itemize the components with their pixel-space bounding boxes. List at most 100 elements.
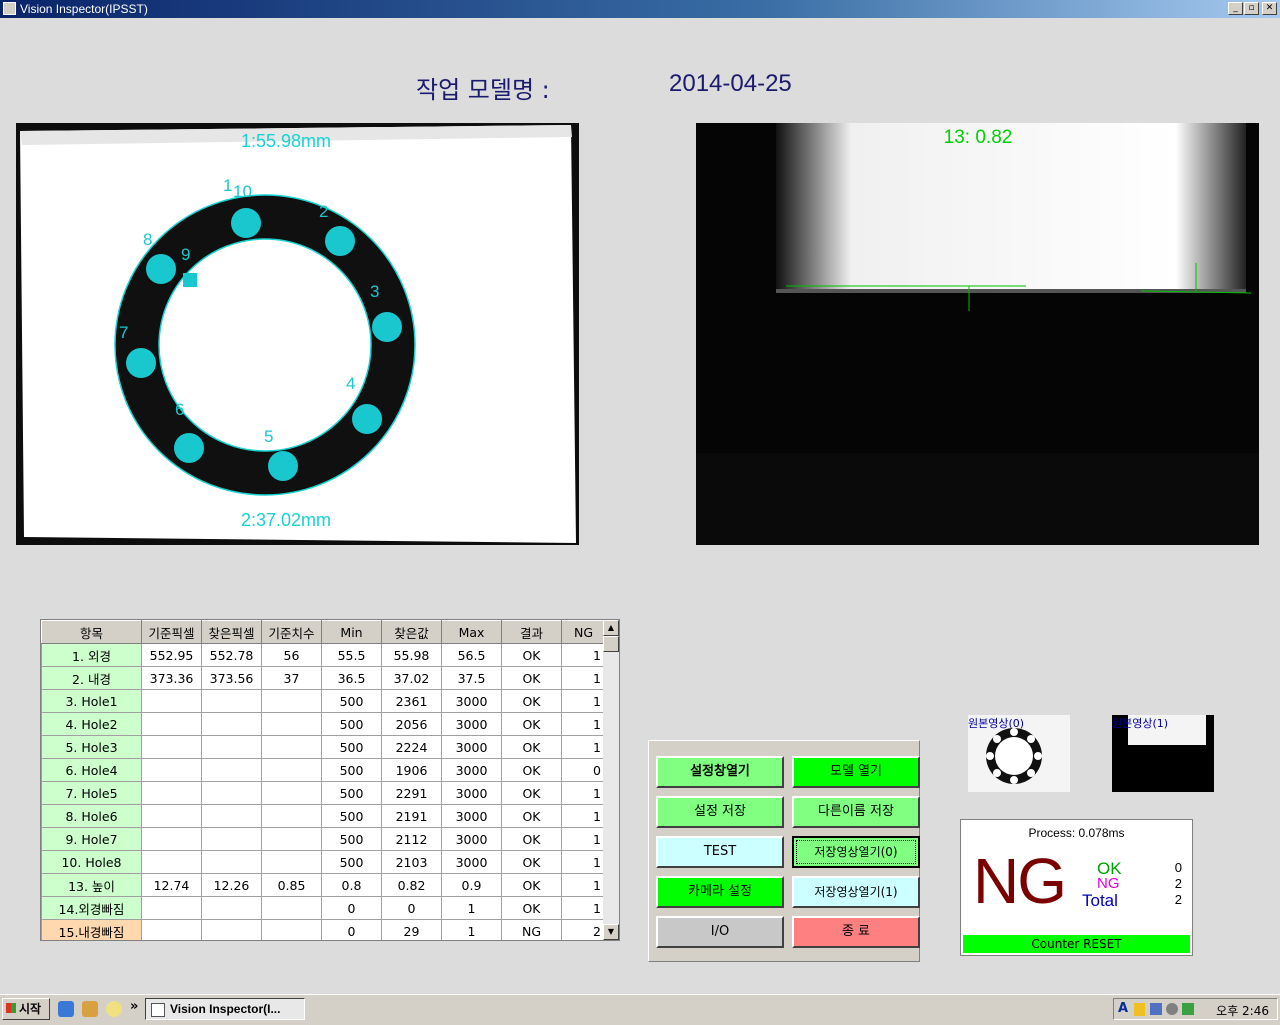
verdict-label: NG <box>973 845 1067 917</box>
ie-icon[interactable] <box>58 1001 74 1017</box>
table-row[interactable]: 13. 높이 12.74 12.26 0.85 0.8 0.82 0.9 OK 1 <box>41 873 606 897</box>
ime-indicator[interactable]: A <box>1118 1001 1128 1016</box>
security-icon[interactable] <box>1182 1003 1194 1015</box>
minimize-button[interactable]: _ <box>1228 2 1243 15</box>
table-row[interactable]: 1. 외경 552.95 552.78 56 55.5 55.98 56.5 OK 1 <box>41 643 606 667</box>
ng-label: NG <box>1097 875 1120 892</box>
cell-max: 37.5 <box>441 666 502 690</box>
col-header: Min <box>321 620 382 644</box>
table-row[interactable]: 6. Hole4 500 1906 3000 OK 0 <box>41 758 606 782</box>
save-as-button[interactable]: 다른이름 저장 <box>792 796 920 828</box>
cell-result: OK <box>501 850 562 874</box>
thumbnail-0-label: 원본영상(0) <box>968 717 1025 730</box>
app-icon <box>3 2 16 15</box>
bulb-icon[interactable] <box>106 1001 122 1017</box>
cell-item: 8. Hole6 <box>41 804 142 828</box>
cell-ref-dim: 0.85 <box>261 873 322 897</box>
cell-max: 3000 <box>441 804 502 828</box>
cell-ref-dim <box>261 735 322 759</box>
exit-button[interactable]: 종 료 <box>792 916 920 948</box>
open-settings-button[interactable]: 설정창열기 <box>656 756 784 788</box>
table-row[interactable]: 14.외경빠짐 0 0 1 OK 1 <box>41 896 606 920</box>
cell-min: 500 <box>321 735 382 759</box>
table-scrollbar[interactable]: ▲ ▼ <box>603 620 619 940</box>
cell-item: 5. Hole3 <box>41 735 142 759</box>
cell-ng: 1 <box>561 873 606 897</box>
cell-found-px <box>201 735 262 759</box>
scroll-down-icon[interactable]: ▼ <box>603 924 619 940</box>
table-row[interactable]: 7. Hole5 500 2291 3000 OK 1 <box>41 781 606 805</box>
cell-min: 0 <box>321 896 382 920</box>
process-time: Process: 0.078ms <box>1028 826 1125 840</box>
control-panel: 설정창열기 모델 열기 설정 저장 다른이름 저장 TEST 저장영상열기(0)… <box>648 740 920 962</box>
col-header: Max <box>441 620 502 644</box>
save-settings-button[interactable]: 설정 저장 <box>656 796 784 828</box>
open-saved-image-1-button[interactable]: 저장영상열기(1) <box>792 876 920 908</box>
cell-max: 3000 <box>441 689 502 713</box>
table-row[interactable]: 2. 내경 373.36 373.56 37 36.5 37.02 37.5 OK 1 <box>41 666 606 690</box>
volume-icon[interactable] <box>1166 1003 1178 1015</box>
cell-ref-dim: 56 <box>261 643 322 667</box>
cell-found-px <box>201 689 262 713</box>
open-saved-image-0-button[interactable]: 저장영상열기(0) <box>792 836 920 868</box>
cell-found: 2291 <box>381 781 442 805</box>
cell-max: 0.9 <box>441 873 502 897</box>
quicklaunch-chevron-icon[interactable]: » <box>130 999 138 1014</box>
cell-result: OK <box>501 735 562 759</box>
scroll-up-icon[interactable]: ▲ <box>603 620 619 636</box>
hole-label-6: 6 <box>175 400 184 419</box>
shield-icon[interactable] <box>1134 1003 1145 1016</box>
table-row[interactable]: 9. Hole7 500 2112 3000 OK 1 <box>41 827 606 851</box>
cell-found: 37.02 <box>381 666 442 690</box>
cell-found: 2224 <box>381 735 442 759</box>
cell-ref-dim: 37 <box>261 666 322 690</box>
cell-min: 55.5 <box>321 643 382 667</box>
table-row[interactable]: 5. Hole3 500 2224 3000 OK 1 <box>41 735 606 759</box>
taskbar: 시작 » Vision Inspector(I... A 오후 2:46 <box>0 994 1280 1025</box>
cell-min: 0.8 <box>321 873 382 897</box>
io-button[interactable]: I/O <box>656 916 784 948</box>
cell-ng: 0 <box>561 758 606 782</box>
camera-view-1: 1:55.98mm 2:37.02mm 1 10 2 3 4 5 6 7 8 9 <box>16 123 579 545</box>
cell-result: OK <box>501 666 562 690</box>
cell-found-px <box>201 850 262 874</box>
cell-ref-dim <box>261 804 322 828</box>
cell-ref-px <box>141 735 202 759</box>
col-header: 결과 <box>501 620 562 644</box>
cell-min: 500 <box>321 827 382 851</box>
restore-button[interactable]: ▫ <box>1244 2 1259 15</box>
cell-found: 2191 <box>381 804 442 828</box>
cell-found: 2361 <box>381 689 442 713</box>
thumbnail-original-0[interactable]: 원본영상(0) <box>968 715 1070 792</box>
scroll-thumb[interactable] <box>603 636 619 652</box>
test-button[interactable]: TEST <box>656 836 784 868</box>
cell-ref-px <box>141 712 202 736</box>
hole-label-5: 5 <box>264 427 273 446</box>
table-row[interactable]: 3. Hole1 500 2361 3000 OK 1 <box>41 689 606 713</box>
cell-max: 3000 <box>441 758 502 782</box>
cell-min: 500 <box>321 758 382 782</box>
taskbar-vision-inspector[interactable]: Vision Inspector(I... <box>145 998 305 1020</box>
cell-min: 36.5 <box>321 666 382 690</box>
users-icon[interactable] <box>82 1001 98 1017</box>
cell-ref-dim <box>261 712 322 736</box>
hole-label-9: 9 <box>181 245 190 264</box>
cell-found: 55.98 <box>381 643 442 667</box>
thumbnail-original-1[interactable]: 원본영상(1) <box>1112 715 1214 792</box>
total-count: 2 <box>1174 892 1182 907</box>
cell-found: 2103 <box>381 850 442 874</box>
open-model-button[interactable]: 모델 열기 <box>792 756 920 788</box>
table-row[interactable]: 15.내경빠짐 0 29 1 NG 2 <box>41 919 606 940</box>
table-row[interactable]: 10. Hole8 500 2103 3000 OK 1 <box>41 850 606 874</box>
cell-ref-px <box>141 919 202 940</box>
table-row[interactable]: 8. Hole6 500 2191 3000 OK 1 <box>41 804 606 828</box>
table-row[interactable]: 4. Hole2 500 2056 3000 OK 1 <box>41 712 606 736</box>
counter-reset-button[interactable]: Counter RESET <box>963 935 1190 953</box>
cell-ng: 2 <box>561 919 606 940</box>
network-icon[interactable] <box>1150 1003 1162 1015</box>
start-button[interactable]: 시작 <box>2 998 50 1020</box>
camera-settings-button[interactable]: 카메라 설정 <box>656 876 784 908</box>
cell-found-px: 12.26 <box>201 873 262 897</box>
close-button[interactable]: ✕ <box>1262 2 1277 15</box>
cell-ref-px <box>141 827 202 851</box>
